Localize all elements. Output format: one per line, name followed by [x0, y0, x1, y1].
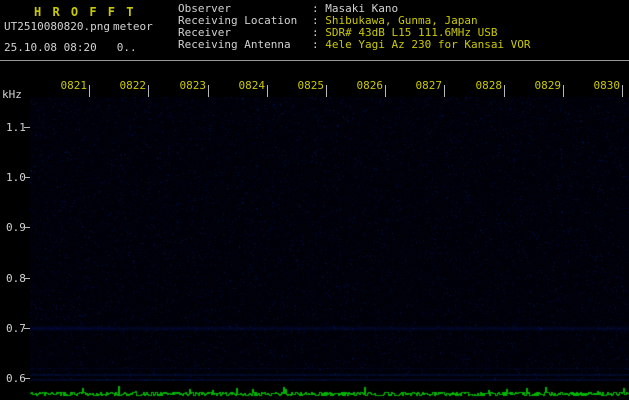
time-label: 0829 [534, 79, 562, 92]
info-label: Receiving Antenna [178, 38, 291, 51]
time-label: 0823 [179, 79, 207, 92]
app-title: H R O F F T [34, 5, 136, 19]
file-line: UT2510080820.png meteor [4, 20, 153, 33]
time-label: 0825 [297, 79, 325, 92]
time-label: 0822 [119, 79, 147, 92]
time-tick [267, 85, 268, 97]
time-tick [89, 85, 90, 97]
time-tick [385, 85, 386, 97]
time-label: 0826 [356, 79, 384, 92]
receiver-info: ObserverMasaki Kano Receiving LocationSh… [178, 2, 531, 51]
time-label: 0827 [415, 79, 443, 92]
time-label: 0830 [593, 79, 621, 92]
time-tick [326, 85, 327, 97]
time-tick [208, 85, 209, 97]
date-line: 25.10.08 08:20 0.. [4, 41, 137, 54]
observation-datetime: 25.10.08 08:20 [4, 41, 97, 54]
time-tick [622, 85, 623, 97]
station-name: meteor [112, 20, 153, 33]
time-tick [148, 85, 149, 97]
time-label: 0828 [475, 79, 503, 92]
time-tick [563, 85, 564, 97]
y-axis-unit: kHz [2, 88, 22, 101]
time-label: 0821 [60, 79, 88, 92]
header-separator [0, 60, 629, 61]
time-label: 0824 [238, 79, 266, 92]
time-tick [504, 85, 505, 97]
time-tick [444, 85, 445, 97]
output-filename: UT2510080820.png [4, 20, 110, 33]
signal-level-strip [30, 382, 629, 400]
spectrogram [30, 97, 629, 381]
status-counter: 0.. [116, 41, 137, 54]
info-value: 4ele Yagi Az 230 for Kansai VOR [312, 38, 531, 51]
info-row-antenna: Receiving Antenna 4ele Yagi Az 230 for Ka… [178, 38, 531, 51]
hrofft-window: H R O F F T UT2510080820.png meteor 25.10… [0, 0, 629, 400]
